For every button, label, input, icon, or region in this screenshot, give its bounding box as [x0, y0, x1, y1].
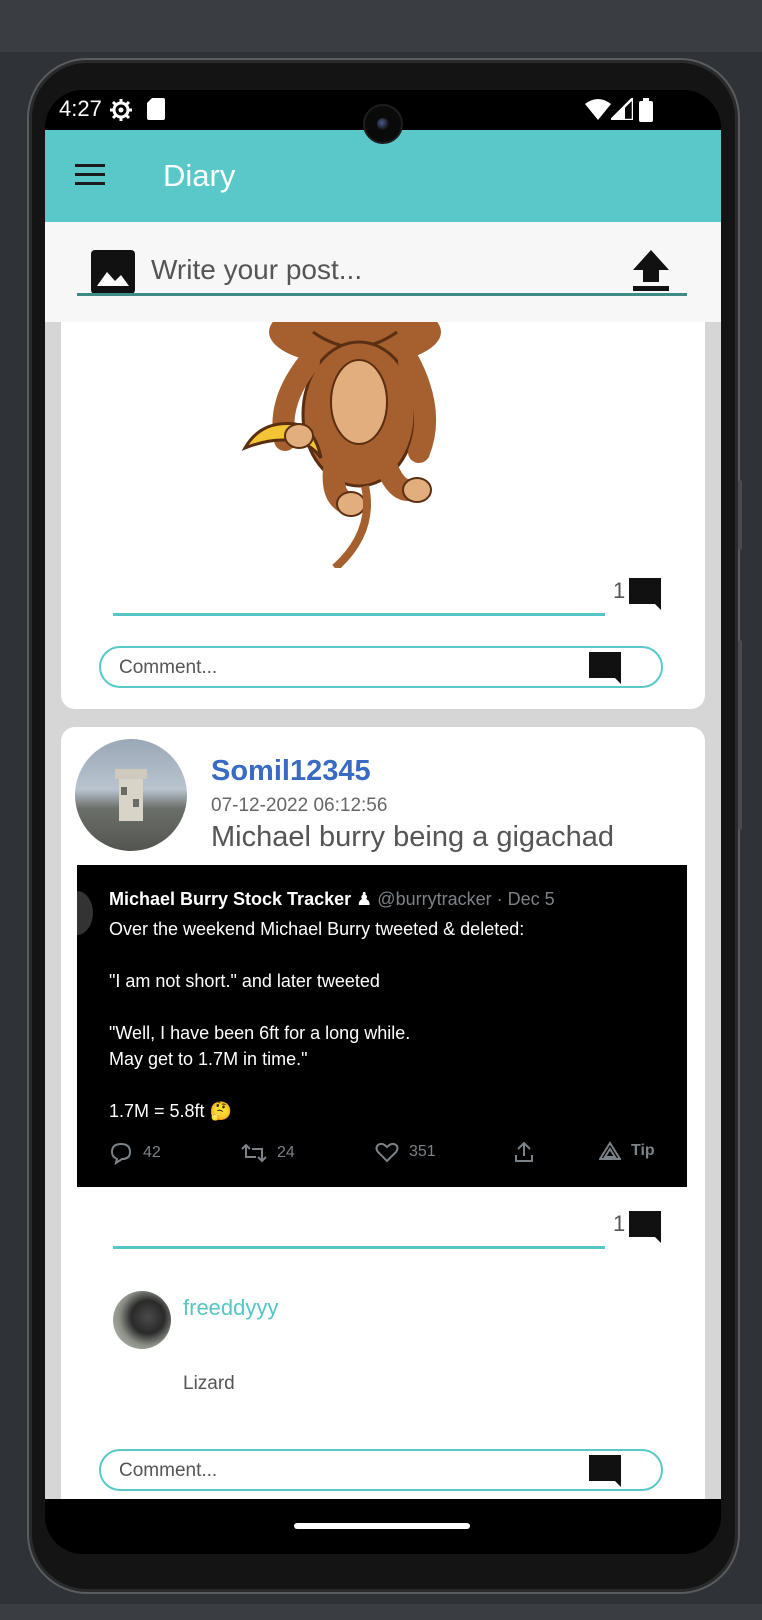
comment-avatar[interactable]	[113, 1291, 171, 1349]
sd-card-icon	[147, 98, 165, 120]
comment-input[interactable]	[119, 1459, 559, 1483]
battery-icon	[639, 98, 653, 122]
avatar-photo	[115, 769, 147, 821]
volume-button[interactable]	[738, 640, 742, 830]
tip-icon	[599, 1141, 621, 1160]
like-icon	[375, 1142, 399, 1163]
reply-count: 42	[143, 1144, 161, 1161]
app-title: Diary	[163, 158, 236, 193]
emulator-bottom-bar	[0, 1604, 762, 1620]
post-feed[interactable]: 1 Somil12345	[45, 322, 721, 1499]
tweet-line: "Well, I have been 6ft for a long while.	[109, 1023, 411, 1043]
post-image-tweet: Michael Burry Stock Tracker ♟ @burrytrac…	[77, 865, 687, 1187]
menu-icon[interactable]	[75, 164, 105, 186]
retweet-icon	[241, 1143, 267, 1163]
comment-divider	[113, 1246, 605, 1249]
tweet-actions: 42 24 351 Tip	[109, 1141, 679, 1169]
comment-count: 1	[613, 578, 626, 603]
image-icon[interactable]	[91, 250, 135, 294]
like-count: 351	[409, 1143, 436, 1160]
retweet-count: 24	[277, 1144, 295, 1161]
tweet-header: Michael Burry Stock Tracker ♟ @burrytrac…	[109, 889, 555, 910]
post-timestamp: 07-12-2022 06:12:56	[211, 795, 388, 816]
tweet-tip: Tip	[599, 1141, 655, 1161]
device-screen: 4:27 Diary Write your post... 1 Comment.…	[45, 90, 721, 1554]
status-time: 4:27	[59, 96, 102, 121]
comment-text: Lizard	[183, 1373, 235, 1394]
settings-icon	[110, 99, 132, 121]
upload-icon[interactable]	[631, 248, 671, 292]
tweet-share	[513, 1141, 535, 1163]
tweet-line: 1.7M = 5.8ft 🤔	[109, 1101, 232, 1121]
front-camera	[363, 104, 403, 144]
tweet-account-icon: ♟	[356, 889, 373, 909]
tweet-replies: 42	[109, 1141, 161, 1165]
comment-field	[99, 1449, 663, 1491]
comment-count: 1	[613, 1211, 626, 1236]
tweet-retweets: 24	[241, 1141, 295, 1165]
tweet-handle: @burrytracker · Dec 5	[377, 889, 555, 909]
power-button[interactable]	[738, 480, 742, 550]
post-card: Somil12345 07-12-2022 06:12:56 Michael b…	[61, 727, 705, 1499]
comment-count-row: 1	[113, 1205, 699, 1255]
comment-icon[interactable]	[627, 576, 663, 612]
comment-input[interactable]	[119, 656, 559, 680]
comment-field	[99, 646, 663, 688]
tweet-line: Over the weekend Michael Burry tweeted &…	[109, 919, 525, 939]
tip-label: Tip	[631, 1142, 655, 1159]
post-input[interactable]	[151, 250, 611, 290]
post-composer	[45, 222, 721, 322]
comment-send-icon[interactable]	[587, 650, 623, 686]
comment-send-icon[interactable]	[587, 1453, 623, 1489]
tweet-line: "I am not short." and later tweeted	[109, 971, 380, 991]
composer-underline	[77, 293, 687, 296]
home-gesture-handle[interactable]	[294, 1523, 470, 1529]
post-card: 1	[61, 322, 705, 709]
avatar[interactable]	[75, 739, 187, 851]
comment-icon[interactable]	[627, 1209, 663, 1245]
post-caption: Michael burry being a gigachad	[211, 821, 615, 853]
tweet-likes: 351	[375, 1141, 436, 1163]
tweet-line: May get to 1.7M in time."	[109, 1049, 308, 1069]
share-icon	[515, 1141, 533, 1162]
reply-icon	[110, 1142, 132, 1165]
cell-signal-icon	[611, 98, 633, 120]
emulator-top-bar	[0, 0, 762, 52]
comment-count-row: 1	[113, 572, 699, 622]
navigation-bar	[45, 1499, 721, 1554]
tweet-author: Michael Burry Stock Tracker	[109, 889, 352, 909]
wifi-icon	[585, 99, 611, 120]
comment-divider	[113, 613, 605, 616]
comment-username[interactable]: freeddyyy	[183, 1295, 278, 1321]
post-username[interactable]: Somil12345	[211, 755, 371, 788]
post-image-monkey	[241, 322, 441, 568]
tweet-avatar	[77, 891, 93, 935]
